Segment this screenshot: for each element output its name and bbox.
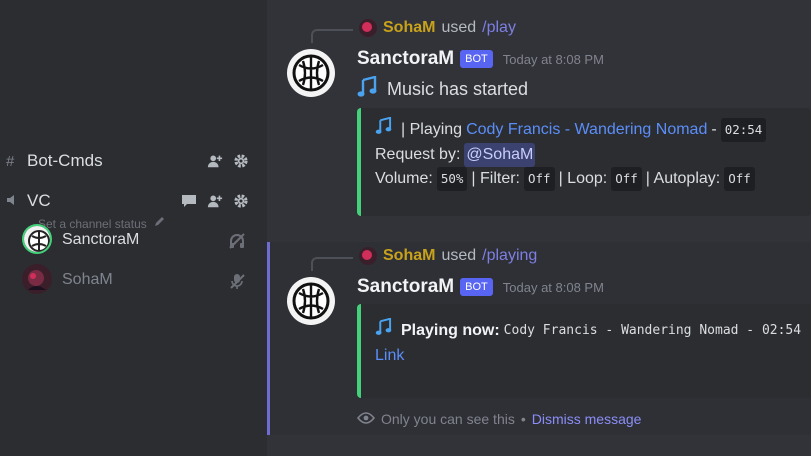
timestamp: Today at 8:08 PM [502, 279, 604, 295]
gear-icon[interactable] [233, 193, 249, 209]
ephemeral-notice: Only you can see this • Dismiss message [356, 411, 642, 427]
embed-link-line: Link [375, 344, 803, 368]
channel-vc[interactable]: VC [0, 186, 267, 216]
reply-command[interactable]: /playing [482, 247, 537, 265]
avatar[interactable] [287, 277, 335, 325]
reply-verb: used [441, 247, 477, 264]
track-code: Cody Francis - Wandering Nomad - 02:54 [503, 323, 802, 338]
invite-icon[interactable] [207, 153, 223, 169]
reply-verb: used [441, 19, 477, 36]
music-notes-icon [357, 75, 383, 103]
request-label: Request by: [375, 146, 461, 163]
avatar [22, 224, 52, 254]
autoplay-value: Off [724, 167, 755, 191]
filter-value: Off [524, 167, 555, 191]
bullet: • [520, 411, 526, 427]
dismiss-message-link[interactable]: Dismiss message [532, 411, 642, 427]
chat-area: SohaM used /play SanctoraM BOT Today at … [267, 0, 811, 456]
avatar [22, 264, 52, 294]
loop-value: Off [611, 167, 642, 191]
reply-command[interactable]: /play [482, 19, 516, 37]
bot-badge: BOT [460, 50, 493, 68]
embed-prefix: | Playing [401, 121, 463, 138]
timestamp: Today at 8:08 PM [502, 51, 604, 67]
volume-label: Volume: [375, 170, 433, 187]
embed-request-line: Request by: @SohaM [375, 143, 797, 167]
reply-connector [311, 257, 353, 271]
avatar [359, 247, 377, 265]
autoplay-label: | Autoplay: [645, 170, 721, 187]
user-mention[interactable]: @SohaM [464, 143, 536, 167]
reply-username[interactable]: SohaM [383, 247, 435, 265]
mic-muted-icon [228, 272, 246, 295]
embed-title: Playing now: [401, 322, 500, 339]
chat-icon[interactable] [181, 193, 197, 209]
embed-track-line: | Playing Cody Francis - Wandering Nomad… [375, 116, 797, 143]
author-name[interactable]: SanctoraM [357, 48, 454, 70]
music-notes-icon [375, 317, 397, 344]
reply-context[interactable]: SohaM used /play [359, 19, 516, 37]
author-name[interactable]: SanctoraM [357, 276, 454, 298]
invite-icon[interactable] [207, 193, 223, 209]
voice-user-sanctoram[interactable]: SanctoraM [0, 224, 267, 258]
reply-username[interactable]: SohaM [383, 19, 435, 37]
bot-badge: BOT [460, 278, 493, 296]
reply-context[interactable]: SohaM used /playing [359, 247, 537, 265]
eye-icon [356, 411, 376, 427]
music-notes-icon [375, 116, 397, 143]
message-header: SanctoraM BOT Today at 8:08 PM [357, 276, 604, 298]
filter-label: | Filter: [471, 170, 520, 187]
track-link[interactable]: Link [375, 344, 404, 368]
playing-now-embed: Playing now: Cody Francis - Wandering No… [357, 304, 811, 398]
gear-icon[interactable] [233, 153, 249, 169]
channel-bot-cmds[interactable]: # Bot-Cmds [0, 146, 267, 176]
channel-name: VC [27, 191, 51, 210]
message-text: Music has started [387, 79, 529, 99]
hash-icon: # [6, 152, 15, 170]
message-content: Music has started [357, 75, 529, 103]
deafened-icon [228, 232, 246, 255]
channel-sidebar: # Bot-Cmds VC Set a channel status Sanct… [0, 0, 267, 456]
message-header: SanctoraM BOT Today at 8:08 PM [357, 48, 604, 70]
loop-label: | Loop: [558, 170, 608, 187]
now-playing-embed: | Playing Cody Francis - Wandering Nomad… [357, 108, 811, 216]
track-link[interactable]: Cody Francis - Wandering Nomad [466, 118, 707, 142]
embed-settings-line: Volume: 50% | Filter: Off | Loop: Off | … [375, 167, 797, 191]
voice-user-soham[interactable]: SohaM [0, 264, 267, 298]
avatar[interactable] [287, 49, 335, 97]
reply-connector [311, 29, 353, 43]
track-duration: 02:54 [720, 118, 767, 142]
voice-user-name: SanctoraM [62, 231, 140, 248]
avatar [359, 19, 377, 37]
volume-value: 50% [436, 167, 468, 191]
embed-sep: - [711, 121, 717, 138]
ephemeral-text: Only you can see this [381, 411, 515, 427]
embed-title-line: Playing now: Cody Francis - Wandering No… [375, 317, 803, 344]
channel-name: Bot-Cmds [27, 151, 103, 170]
speaker-icon [6, 193, 19, 210]
voice-user-name: SohaM [62, 271, 113, 288]
